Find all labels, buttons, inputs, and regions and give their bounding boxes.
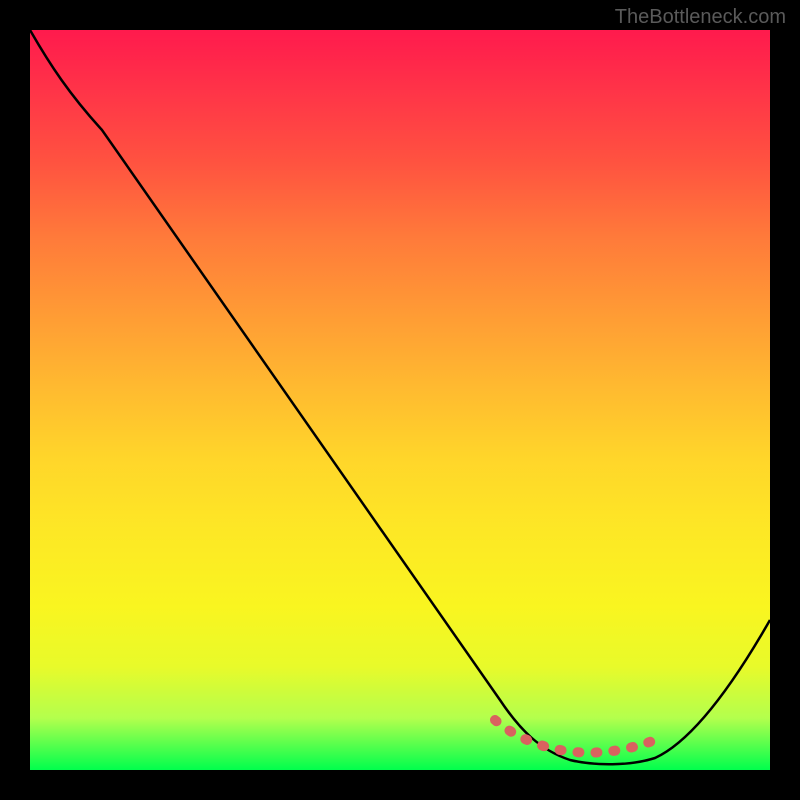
watermark-text: TheBottleneck.com	[615, 6, 786, 29]
chart-plot-area	[30, 30, 770, 770]
chart-svg	[30, 30, 770, 770]
chart-curve-line	[30, 30, 770, 764]
